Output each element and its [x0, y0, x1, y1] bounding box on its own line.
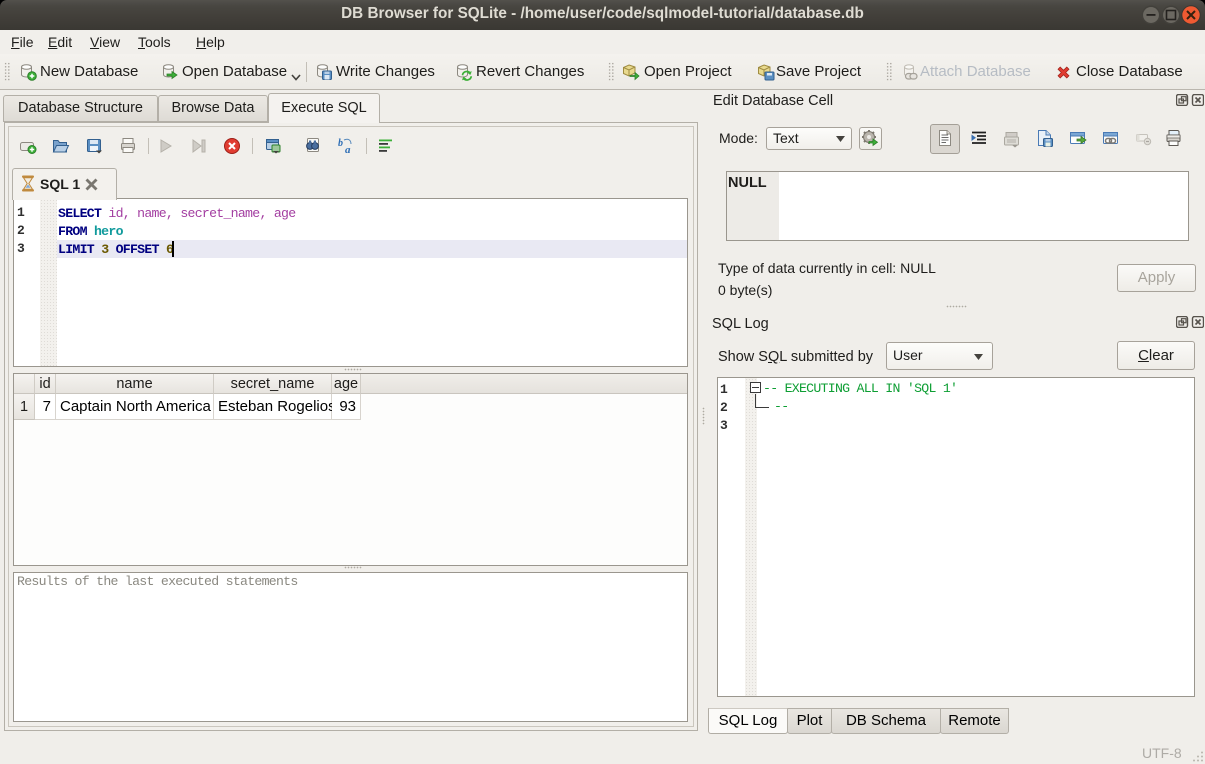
svg-text:b: b [338, 138, 343, 149]
svg-text:a: a [345, 144, 351, 155]
